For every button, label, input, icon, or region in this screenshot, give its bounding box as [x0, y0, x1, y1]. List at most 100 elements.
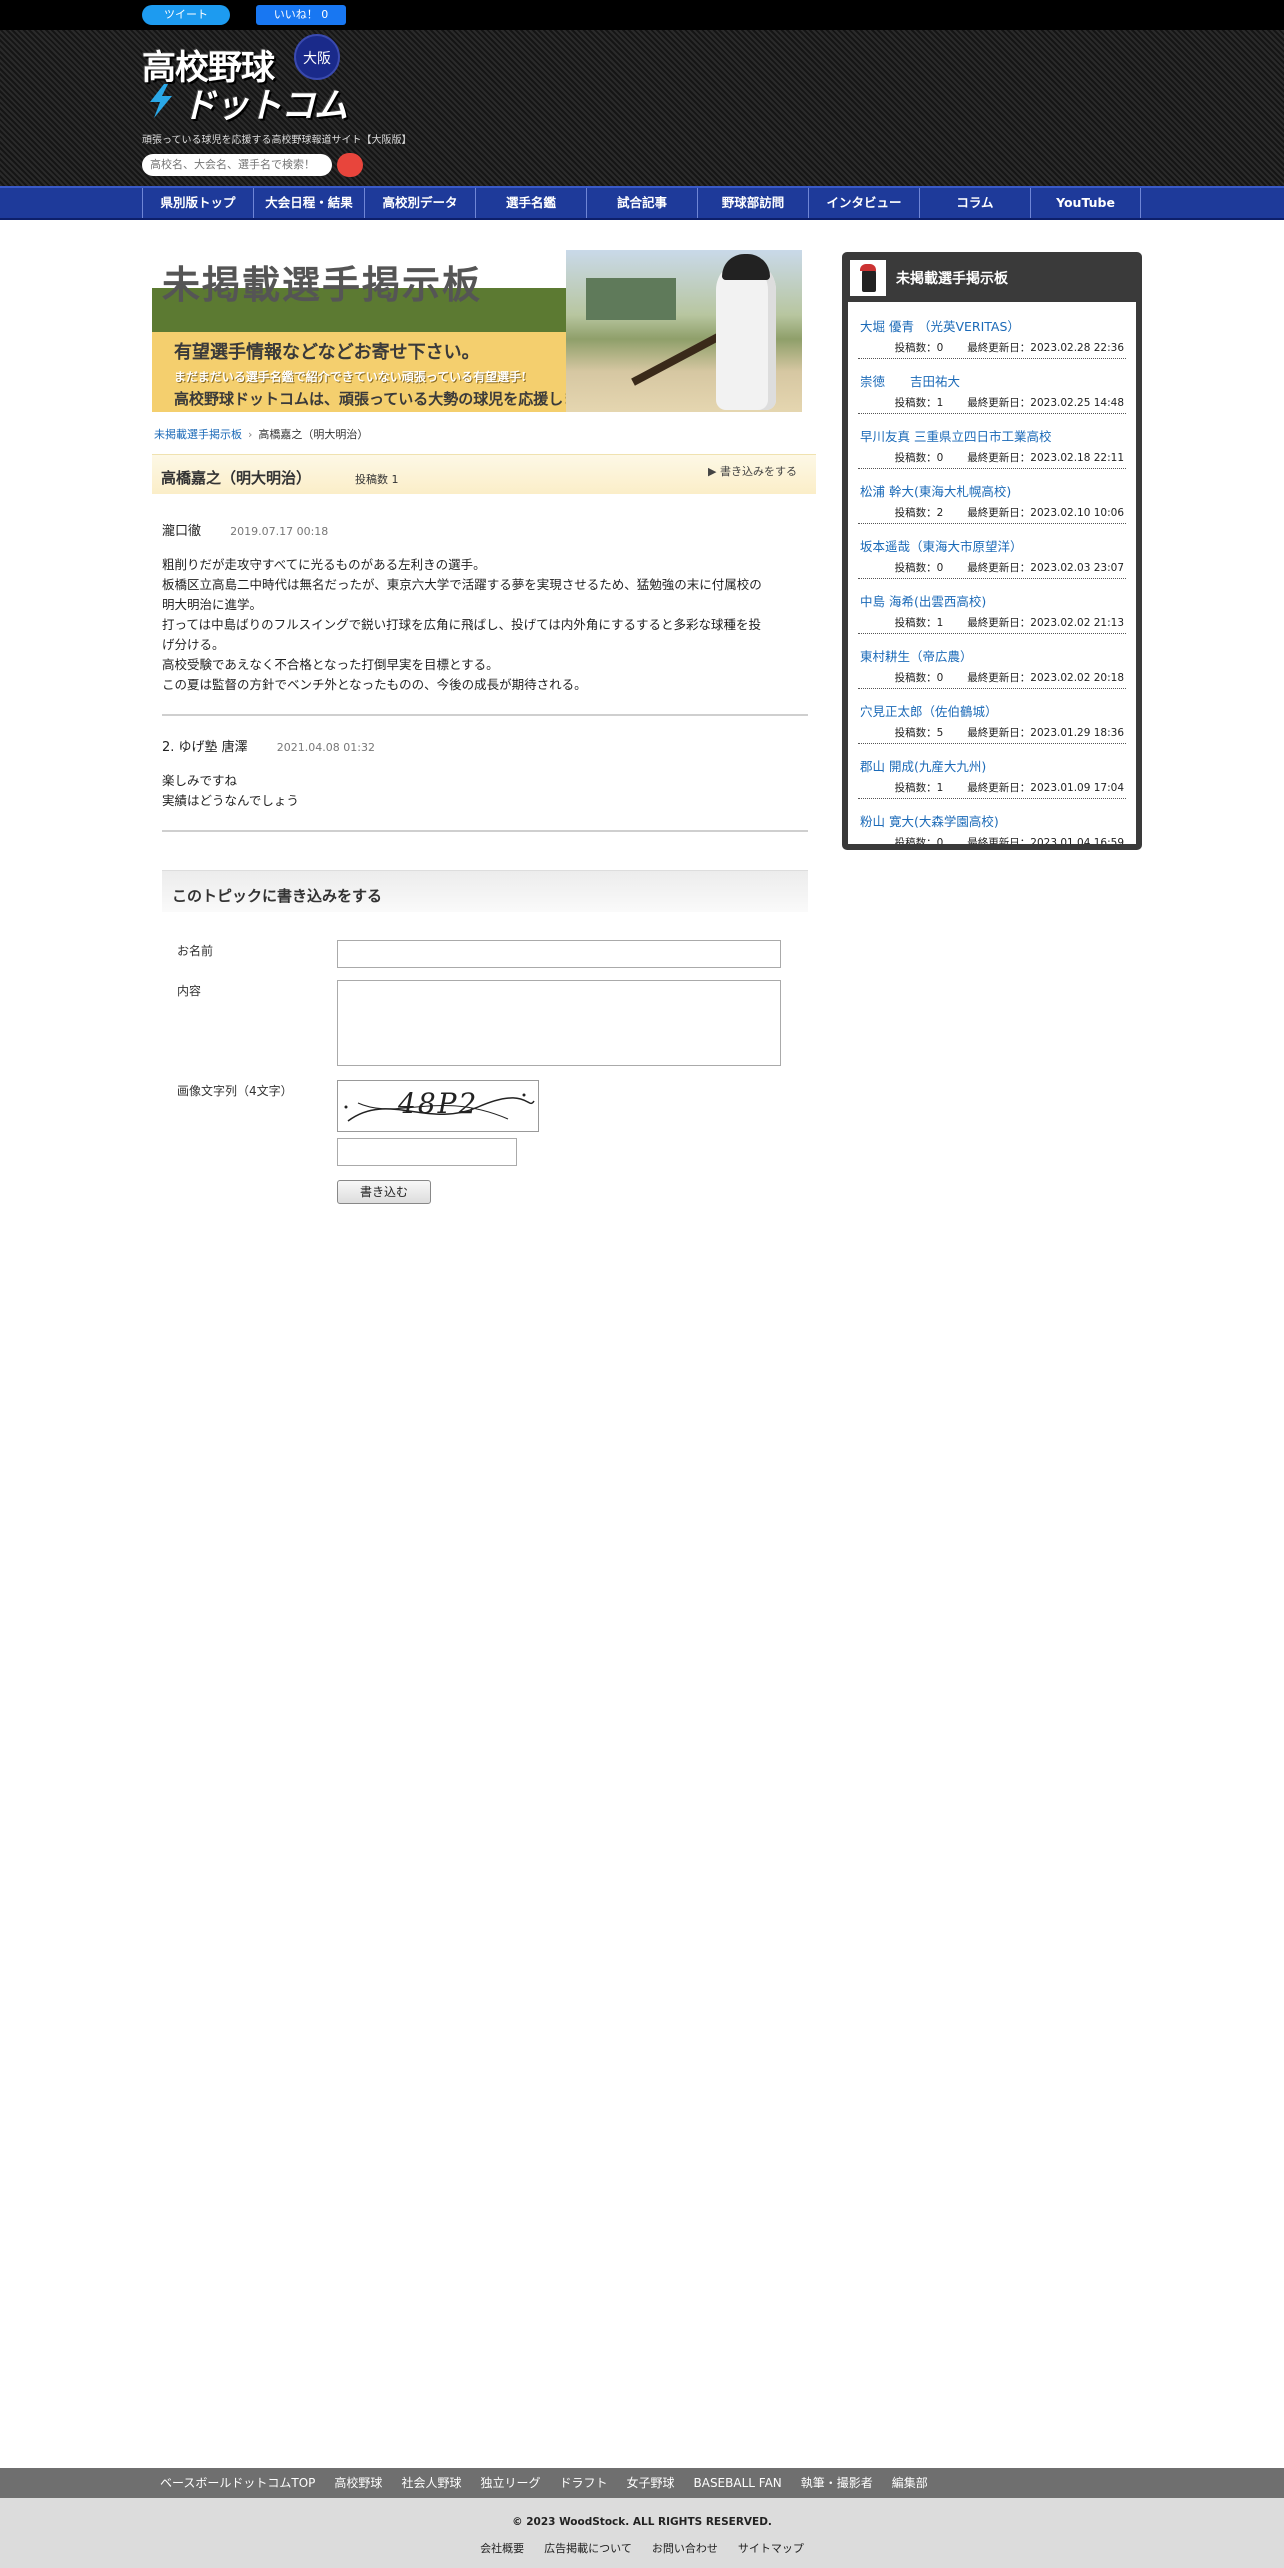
- site-logo[interactable]: 高校野球 ドットコム 大阪: [142, 34, 348, 126]
- updated-date: 2023.02.02 20:18: [1030, 672, 1124, 684]
- post-line: 打っては中島ばりのフルスイングで鋭い打球を広角に飛ばし、投げては内外角にするする…: [162, 617, 762, 632]
- name-field[interactable]: [337, 940, 781, 968]
- captcha-input[interactable]: [337, 1138, 517, 1166]
- topic-post-count: 投稿数 1: [355, 473, 399, 486]
- sidebar-topic-meta: 投稿数：1 最終更新日：2023.01.09 17:04: [895, 780, 1124, 795]
- sidebar-topic-item: 大堀 優青 （光英VERITAS） 投稿数：0 最終更新日：2023.02.28 2…: [858, 304, 1126, 359]
- footer-nav-item[interactable]: ベースボールドットコムTOP: [160, 2468, 315, 2498]
- search-button[interactable]: [337, 153, 363, 177]
- nav-item[interactable]: インタビュー: [808, 188, 919, 218]
- updated-date: 2023.02.25 14:48: [1030, 397, 1124, 409]
- footer-nav: ベースボールドットコムTOP 高校野球 社会人野球 独立リーグ ドラフト 女子野球 BASE…: [0, 2468, 1284, 2498]
- captcha-image: 48P2: [337, 1080, 539, 1132]
- footer-nav-item[interactable]: ドラフト: [559, 2468, 607, 2498]
- sidebar-topic-link[interactable]: 郡山 開成(九産大九州): [860, 756, 986, 775]
- posts-label: 投稿数：: [894, 672, 937, 684]
- copyright: © 2023 WoodStock. ALL RIGHTS RESERVED.: [512, 2516, 772, 2528]
- facebook-like-button[interactable]: いいね！ 0: [256, 5, 346, 25]
- write-post-link[interactable]: ▶ 書き込みをする: [708, 463, 797, 479]
- nav-item[interactable]: コラム: [919, 188, 1030, 218]
- post-divider: [162, 714, 808, 716]
- sidebar-topic-item: 松浦 幹大(東海大札幌高校) 投稿数：2 最終更新日：2023.02.10 10:0…: [858, 469, 1126, 524]
- updated-label: 最終更新日：: [967, 837, 1031, 844]
- site-header: ツイート いいね！ 0 高校野球 ドットコム 大阪 頑張っている球児を応援する高…: [0, 0, 1284, 186]
- logo-region-badge: 大阪: [294, 34, 340, 80]
- lightning-icon: [150, 84, 172, 118]
- updated-date: 2023.01.29 18:36: [1030, 727, 1124, 739]
- footer-nav-item[interactable]: BASEBALL FAN: [694, 2468, 782, 2498]
- post-count: 2: [936, 507, 944, 519]
- banner-subtitle: 有望選手情報などなどお寄せ下さい。: [174, 342, 480, 363]
- reply-form-title: このトピックに書き込みをする: [172, 887, 383, 905]
- post-count: 0: [936, 672, 944, 684]
- footer-nav-item[interactable]: 編集部: [892, 2468, 928, 2498]
- content-textarea[interactable]: [337, 980, 781, 1066]
- sidebar-topic-link[interactable]: 穴見正太郎（佐伯鶴城）: [860, 701, 998, 720]
- sidebar-topic-link[interactable]: 大堀 優青 （光英VERITAS）: [860, 316, 1020, 335]
- reply-form-header: このトピックに書き込みをする: [162, 870, 808, 912]
- post-line: 高校受験であえなく不合格となった打倒早実を目標とする。: [162, 657, 499, 672]
- breadcrumb-current: 高橋嘉之（明大明治）: [258, 428, 369, 441]
- footer-nav-item[interactable]: 女子野球: [626, 2468, 674, 2498]
- captcha-label: 画像文字列（4文字）: [177, 1084, 293, 1098]
- social-bar: ツイート いいね！ 0: [0, 0, 1284, 30]
- footer-nav-item[interactable]: 執筆・撮影者: [801, 2468, 873, 2498]
- sidebar-topic-meta: 投稿数：1 最終更新日：2023.02.02 21:13: [895, 615, 1124, 630]
- nav-item[interactable]: 選手名鑑: [475, 188, 586, 218]
- sidebar-topic-item: 早川友真 三重県立四日市工業高校投稿数：0 最終更新日：2023.02.18 22…: [858, 414, 1126, 469]
- site-tagline: 頑張っている球児を応援する高校野球報道サイト【大阪版】: [142, 135, 412, 146]
- site-footer: © 2023 WoodStock. ALL RIGHTS RESERVED. 会…: [0, 2498, 1284, 2568]
- nav-item[interactable]: 試合記事: [586, 188, 697, 218]
- footer-link[interactable]: 会社概要: [480, 2542, 524, 2555]
- nav-item[interactable]: 大会日程・結果: [253, 188, 364, 218]
- breadcrumb-parent-link[interactable]: 未掲載選手掲示板: [154, 428, 242, 441]
- sidebar-topic-link[interactable]: 中島 海希(出雲西高校): [860, 591, 986, 610]
- post-count: 1: [936, 617, 944, 629]
- post-item: 2. ゆげ塾 唐澤 2021.04.08 01:32 楽しみですね 実績はどうな…: [162, 736, 808, 811]
- nav-item[interactable]: 県別版トップ: [142, 188, 253, 218]
- updated-label: 最終更新日：: [967, 562, 1031, 574]
- sidebar-topic-item: 粉山 寛大(大森学園高校) 投稿数：0 最終更新日：2023.01.04 16:59: [858, 799, 1126, 844]
- posts-label: 投稿数：: [894, 507, 937, 519]
- posts-label: 投稿数：: [894, 617, 937, 629]
- sidebar-topic-meta: 投稿数：0 最終更新日：2023.02.18 22:11: [895, 450, 1124, 465]
- sidebar-topic-item: 中島 海希(出雲西高校) 投稿数：1 最終更新日：2023.02.02 21:13: [858, 579, 1126, 634]
- submit-button[interactable]: 書き込む: [337, 1180, 431, 1204]
- footer-nav-item[interactable]: 高校野球: [334, 2468, 382, 2498]
- topic-header: 高橋嘉之（明大明治） 投稿数 1 ▶ 書き込みをする: [152, 454, 816, 494]
- footer-link[interactable]: 広告掲載について: [544, 2542, 632, 2555]
- nav-item[interactable]: YouTube: [1030, 188, 1141, 218]
- sidebar-topic-link[interactable]: 早川友真 三重県立四日市工業高校: [860, 426, 1051, 445]
- search-input[interactable]: [142, 154, 332, 176]
- post-body: 楽しみですね 実績はどうなんでしょう: [162, 771, 808, 811]
- footer-link[interactable]: お問い合わせ: [652, 2542, 718, 2555]
- sidebar-topic-link[interactable]: 粉山 寛大(大森学園高校): [860, 811, 999, 830]
- post-line: この夏は監督の方針でベンチ外となったものの、今後の成長が期待される。: [162, 677, 587, 692]
- sidebar-topic-link[interactable]: 東村耕生（帝広農）: [860, 646, 973, 665]
- post-line: 実績はどうなんでしょう: [162, 793, 299, 808]
- updated-date: 2023.01.09 17:04: [1030, 782, 1124, 794]
- updated-label: 最終更新日：: [967, 452, 1031, 464]
- logo-line2: ドットコム: [182, 86, 348, 126]
- nav-item[interactable]: 高校別データ: [364, 188, 475, 218]
- post-author: 2. ゆげ塾 唐澤: [162, 740, 248, 755]
- topic-title: 高橋嘉之（明大明治）: [161, 469, 312, 487]
- footer-nav-item[interactable]: 独立リーグ: [480, 2468, 540, 2498]
- post-count: 0: [936, 562, 944, 574]
- tweet-button[interactable]: ツイート: [142, 5, 230, 25]
- post-divider: [162, 830, 808, 832]
- posts-label: 投稿数：: [894, 397, 937, 409]
- footer-link[interactable]: サイトマップ: [738, 2542, 804, 2555]
- sidebar-topic-item: 崇徳 吉田祐大 投稿数：1 最終更新日：2023.02.25 14:48: [858, 359, 1126, 414]
- footer-nav-item[interactable]: 社会人野球: [401, 2468, 461, 2498]
- sidebar-topic-link[interactable]: 松浦 幹大(東海大札幌高校): [860, 481, 1011, 500]
- post-count: 0: [936, 342, 944, 354]
- nav-item[interactable]: 野球部訪問: [697, 188, 808, 218]
- sidebar-topic-link[interactable]: 坂本遥哉（東海大市原望洋）: [860, 536, 1023, 555]
- sidebar-title: 未掲載選手掲示板: [896, 271, 1008, 287]
- sidebar-topic-item: 郡山 開成(九産大九州) 投稿数：1 最終更新日：2023.01.09 17:04: [858, 744, 1126, 799]
- sidebar-topic-link[interactable]: 崇徳 吉田祐大: [860, 371, 960, 390]
- content-label: 内容: [177, 984, 202, 998]
- reply-form: このトピックに書き込みをする お名前 内容 画像文字列（4文字） 48P2 書き…: [162, 870, 808, 1210]
- post-author: 瀧口徹: [162, 524, 202, 539]
